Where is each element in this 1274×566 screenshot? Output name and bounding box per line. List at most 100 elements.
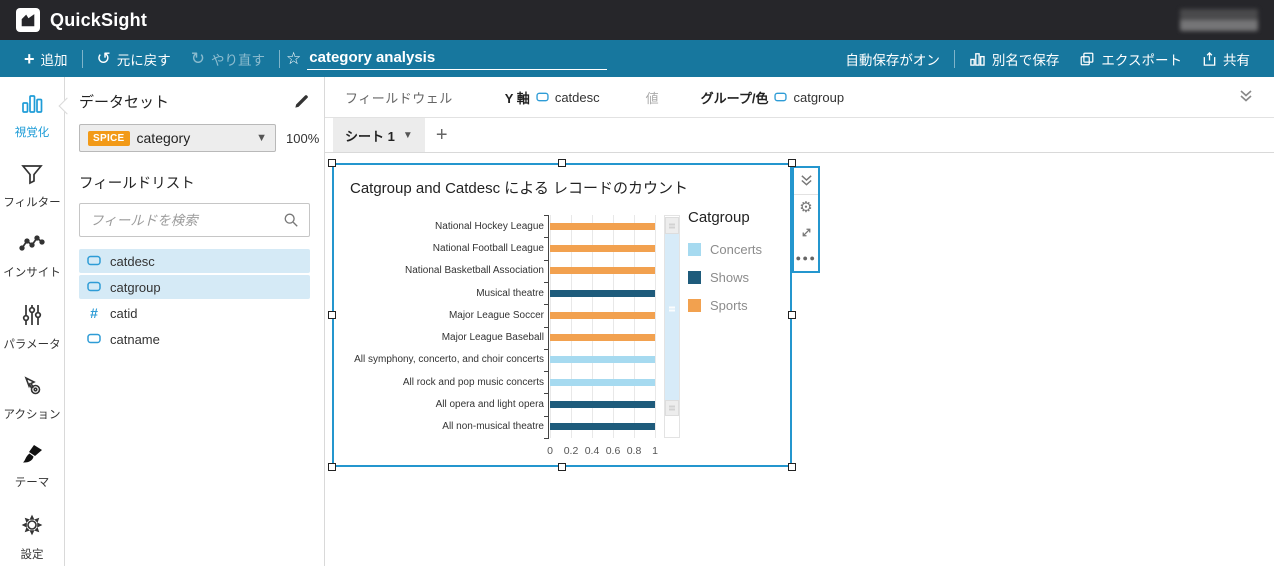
main-area: フィールドウェル Y 軸 catdesc 値 グループ/色 catgroup シ… <box>325 77 1274 566</box>
sidebar-item-visualize[interactable]: 視覚化 <box>0 93 64 163</box>
toolbar-right-group: 自動保存がオン 別名で保存 エクスポート 共有 <box>835 49 1260 69</box>
sidebar-item-label: アクション <box>3 409 61 421</box>
well-group-color[interactable]: グループ/色 catgroup <box>701 88 844 107</box>
resize-handle[interactable] <box>788 311 796 319</box>
settings-icon <box>20 513 44 542</box>
field-item-catdesc[interactable]: catdesc <box>79 249 310 273</box>
share-icon <box>1203 51 1216 66</box>
visualize-icon <box>20 93 44 120</box>
field-list-title: フィールドリスト <box>79 176 195 192</box>
legend-entry-shows[interactable]: Shows <box>688 270 762 285</box>
edit-pencil-icon[interactable] <box>293 93 310 110</box>
scrollbar-bottom-thumb[interactable] <box>665 400 679 416</box>
field-search-input[interactable] <box>90 212 275 228</box>
search-icon[interactable] <box>283 212 299 228</box>
category-label: National Basketball Association <box>405 265 544 277</box>
resize-handle[interactable] <box>328 311 336 319</box>
sidebar-item-actions[interactable]: アクション <box>0 373 64 443</box>
y-axis-tick <box>544 237 549 239</box>
bar-sports[interactable] <box>550 311 655 319</box>
user-account-redacted[interactable] <box>1180 9 1258 31</box>
scrollbar-track-selected[interactable] <box>665 217 679 400</box>
redo-button[interactable]: ↻ やり直す <box>181 40 275 77</box>
bar-shows[interactable] <box>550 401 655 409</box>
sidebar-item-insights[interactable]: インサイト <box>0 233 64 303</box>
y-axis-scrollbar[interactable] <box>664 215 680 438</box>
save-as-button[interactable]: 別名で保存 <box>959 49 1070 69</box>
sidebar-item-parameters[interactable]: パラメータ <box>0 303 64 373</box>
field-item-catname[interactable]: catname <box>79 327 310 351</box>
chart-legend: Catgroup Concerts Shows Sports <box>688 209 762 326</box>
string-field-icon <box>87 254 101 269</box>
toolbar-divider <box>953 49 955 68</box>
sidebar-item-label: 視覚化 <box>14 127 50 139</box>
field-wells-title: フィールドウェル <box>345 90 453 106</box>
bar-sports[interactable] <box>550 244 655 252</box>
bar-concerts[interactable] <box>550 356 655 364</box>
category-label: All rock and pop music concerts <box>402 376 544 388</box>
add-button[interactable]: + 追加 <box>14 40 78 77</box>
export-label: エクスポート <box>1101 52 1182 68</box>
share-button[interactable]: 共有 <box>1192 49 1260 69</box>
resize-handle[interactable] <box>328 159 336 167</box>
bar-sports[interactable] <box>550 267 655 275</box>
legend-entry-sports[interactable]: Sports <box>688 298 762 313</box>
save-as-label: 別名で保存 <box>991 52 1060 68</box>
visual-settings-button[interactable]: ⚙ <box>794 195 818 221</box>
group-color-label: グループ/色 <box>700 90 769 106</box>
sidebar-item-settings[interactable]: 設定 <box>0 513 64 566</box>
legend-label: Concerts <box>710 242 763 257</box>
visual-more-options-button[interactable]: ●●● <box>794 246 818 272</box>
bar-chart-icon <box>970 53 985 66</box>
bar-shows[interactable] <box>550 289 655 297</box>
bar-shows[interactable] <box>550 423 655 431</box>
resize-handle[interactable] <box>558 159 566 167</box>
bar-sports[interactable] <box>550 334 655 342</box>
quicksight-logo[interactable]: QuickSight <box>16 8 147 32</box>
well-value[interactable]: 値 <box>646 88 659 107</box>
x-axis-tick-label: 0 <box>547 445 553 457</box>
gear-icon: ⚙ <box>799 199 813 217</box>
sidebar-item-filter[interactable]: フィルター <box>0 163 64 233</box>
undo-label: 元に戻す <box>116 52 171 68</box>
x-axis-tick-label: 1 <box>652 445 658 457</box>
add-sheet-button[interactable]: + <box>425 118 459 152</box>
resize-handle[interactable] <box>788 463 796 471</box>
chart-category-labels: National Hockey League National Football … <box>340 215 544 438</box>
field-name: catname <box>110 331 160 347</box>
ellipsis-icon: ●●● <box>795 253 817 264</box>
sheet-tab[interactable]: シート 1 ▼ <box>333 118 425 152</box>
well-y-axis[interactable]: Y 軸 catdesc <box>505 88 600 107</box>
y-axis-tick <box>544 415 549 417</box>
field-item-catgroup[interactable]: catgroup <box>79 275 310 299</box>
collapse-field-wells-button[interactable] <box>1238 89 1254 106</box>
resize-handle[interactable] <box>328 463 336 471</box>
dataset-selector[interactable]: SPICE category ▼ <box>79 124 276 152</box>
bar-concerts[interactable] <box>550 378 655 386</box>
analysis-title-input[interactable]: category analysis <box>307 47 608 70</box>
resize-handle[interactable] <box>558 463 566 471</box>
y-axis-tick <box>544 326 549 328</box>
favorite-star-icon[interactable]: ☆ <box>286 50 301 67</box>
undo-button[interactable]: ↺ 元に戻す <box>87 40 181 77</box>
expand-visual-button[interactable] <box>794 220 818 246</box>
y-axis-tick <box>544 348 549 350</box>
quicksight-app: QuickSight + 追加 ↺ 元に戻す ↻ やり直す ☆ category… <box>0 0 1274 566</box>
visual-card[interactable]: Catgroup and Catdesc による レコードのカウント Natio… <box>332 163 792 467</box>
resize-handle[interactable] <box>788 159 796 167</box>
legend-entry-concerts[interactable]: Concerts <box>688 242 762 257</box>
toolbar-divider <box>81 49 83 68</box>
sidebar-item-label: テーマ <box>14 477 50 489</box>
category-label: Major League Soccer <box>448 309 544 321</box>
gridline <box>655 215 656 438</box>
autosave-status[interactable]: 自動保存がオン <box>835 49 950 69</box>
scrollbar-top-thumb[interactable] <box>665 217 679 234</box>
field-item-catid[interactable]: # catid <box>79 301 310 325</box>
sidebar-item-themes[interactable]: テーマ <box>0 443 64 513</box>
collapse-visual-button[interactable] <box>794 168 818 195</box>
field-wells-bar: フィールドウェル Y 軸 catdesc 値 グループ/色 catgroup <box>325 77 1274 118</box>
string-field-icon <box>536 92 549 102</box>
export-button[interactable]: エクスポート <box>1069 49 1192 69</box>
analysis-toolbar: + 追加 ↺ 元に戻す ↻ やり直す ☆ category analysis 自… <box>0 40 1274 77</box>
bar-sports[interactable] <box>550 222 655 230</box>
